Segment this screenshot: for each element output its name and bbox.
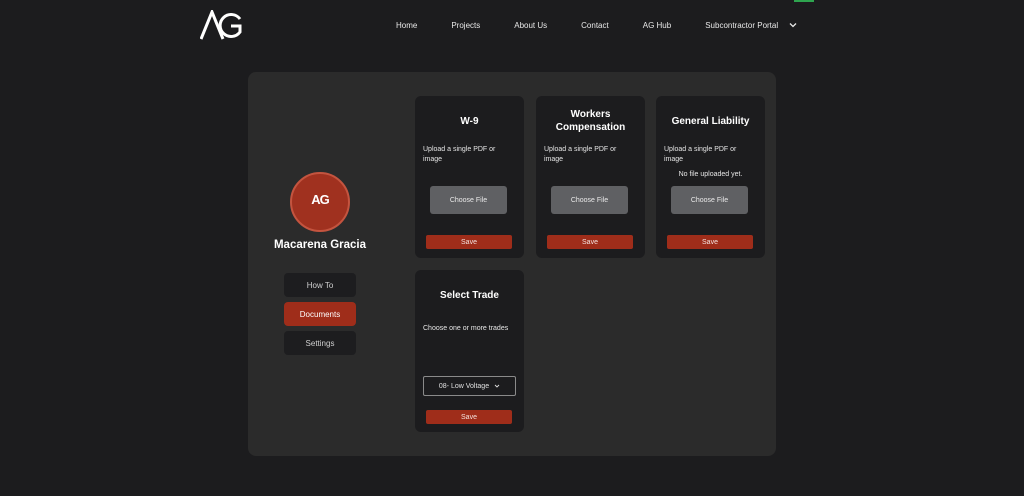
select-chevron-icon <box>494 384 500 388</box>
nav-about-us[interactable]: About Us <box>514 21 547 30</box>
nav-subcontractor-portal[interactable]: Subcontractor Portal <box>705 21 778 30</box>
general-liability-save-button[interactable]: Save <box>667 235 753 249</box>
main-nav: Home Projects About Us Contact AG Hub Su… <box>396 20 798 30</box>
avatar-logo-text: AG <box>311 192 329 207</box>
workers-comp-card: Workers Compensation Upload a single PDF… <box>536 96 645 258</box>
trade-select[interactable]: 08- Low Voltage <box>423 376 516 396</box>
workers-comp-save-button[interactable]: Save <box>547 235 633 249</box>
sidebar-item-documents[interactable]: Documents <box>284 302 356 326</box>
w9-save-button[interactable]: Save <box>426 235 512 249</box>
select-trade-card: Select Trade Choose one or more trades 0… <box>415 270 524 432</box>
sidebar-item-how-to[interactable]: How To <box>284 273 356 297</box>
w9-title: W-9 <box>460 116 479 127</box>
workers-comp-choose-file-button[interactable]: Choose File <box>551 186 628 214</box>
select-trade-title: Select Trade <box>440 290 499 301</box>
trade-select-value: 08- Low Voltage <box>438 382 490 390</box>
avatar-logo-subtext <box>320 207 321 211</box>
nav-projects[interactable]: Projects <box>451 21 480 30</box>
general-liability-hint: Upload a single PDF or image <box>664 146 737 163</box>
w9-card: W-9 Upload a single PDF or image Choose … <box>415 96 524 258</box>
general-liability-title: General Liability <box>671 116 750 127</box>
workers-comp-title-line2: Compensation <box>555 122 626 133</box>
nav-ag-hub[interactable]: AG Hub <box>643 21 671 30</box>
general-liability-status: No file uploaded yet. <box>678 171 743 178</box>
ag-logo[interactable]: AG <box>200 10 242 40</box>
workers-comp-hint: Upload a single PDF or image <box>544 146 617 163</box>
sidebar-item-settings[interactable]: Settings <box>284 331 356 355</box>
general-liability-card: General Liability Upload a single PDF or… <box>656 96 765 258</box>
chevron-down-icon[interactable] <box>788 20 798 30</box>
top-accent-bar <box>794 0 814 2</box>
profile-name: Macarena Gracia <box>273 239 367 251</box>
select-trade-hint: Choose one or more trades <box>423 325 509 332</box>
portal-panel: AG Macarena Gracia How To Documents Sett… <box>248 72 776 456</box>
nav-contact[interactable]: Contact <box>581 21 609 30</box>
select-trade-save-button[interactable]: Save <box>426 410 512 424</box>
workers-comp-title-line1: Workers <box>570 109 611 120</box>
w9-choose-file-button[interactable]: Choose File <box>430 186 507 214</box>
avatar: AG <box>290 172 350 232</box>
general-liability-choose-file-button[interactable]: Choose File <box>671 186 748 214</box>
logo-text: AG <box>200 10 202 11</box>
w9-hint: Upload a single PDF or image <box>423 146 496 163</box>
nav-home[interactable]: Home <box>396 21 417 30</box>
site-header: AG Home Projects About Us Contact AG Hub… <box>0 0 1024 52</box>
